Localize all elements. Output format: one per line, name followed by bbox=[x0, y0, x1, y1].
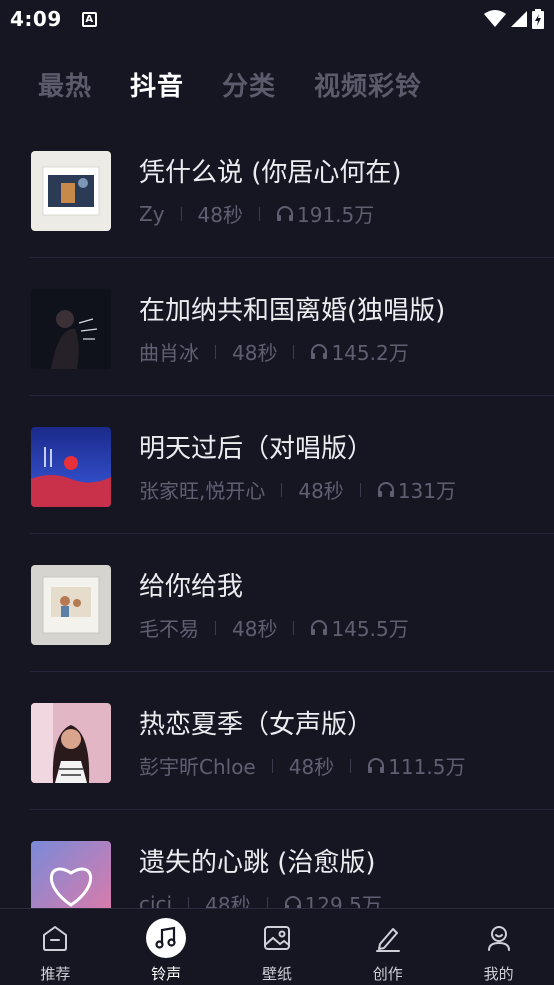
album-cover bbox=[31, 151, 111, 231]
tab-douyin[interactable]: 抖音 bbox=[130, 66, 184, 103]
divider bbox=[281, 482, 283, 497]
list-item[interactable]: 凭什么说 (你居心何在) Zy 48秒 191.5万 bbox=[0, 120, 554, 258]
song-meta: Zy 48秒 191.5万 bbox=[139, 199, 374, 228]
ringtone-list: 凭什么说 (你居心何在) Zy 48秒 191.5万 在加纳共和国离婚(独唱版)… bbox=[0, 120, 554, 910]
nav-recommend[interactable]: 推荐 bbox=[0, 909, 110, 984]
nav-label: 壁纸 bbox=[261, 965, 292, 983]
song-title: 遗失的心跳 (治愈版) bbox=[139, 848, 376, 878]
song-title: 在加纳共和国离婚(独唱版) bbox=[139, 296, 446, 326]
song-title: 给你给我 bbox=[139, 572, 244, 602]
song-artist: 毛不易 bbox=[139, 617, 199, 641]
list-item[interactable]: 给你给我 毛不易 48秒 145.5万 bbox=[0, 534, 554, 672]
song-duration: 48秒 bbox=[205, 893, 251, 910]
category-tabs: 最热 抖音 分类 视频彩铃 bbox=[38, 62, 422, 106]
signal-icon bbox=[511, 11, 527, 27]
divider bbox=[215, 344, 216, 359]
play-count: 111.5万 bbox=[388, 755, 466, 779]
nav-create[interactable]: 创作 bbox=[333, 909, 443, 984]
notification-icon: A bbox=[81, 11, 97, 27]
nav-ringtones[interactable]: 铃声 bbox=[111, 909, 221, 984]
divider bbox=[293, 344, 295, 359]
divider bbox=[271, 758, 273, 773]
divider bbox=[350, 758, 352, 773]
list-item[interactable]: 明天过后（对唱版） 张家旺,悦开心 48秒 131万 bbox=[0, 396, 554, 534]
profile-icon bbox=[479, 918, 519, 958]
nav-label: 推荐 bbox=[40, 965, 71, 983]
divider bbox=[215, 620, 216, 635]
status-icons bbox=[484, 9, 544, 29]
song-duration: 48秒 bbox=[232, 341, 278, 365]
list-item[interactable]: 在加纳共和国离婚(独唱版) 曲肖冰 48秒 145.2万 bbox=[0, 258, 554, 396]
song-meta: 毛不易 48秒 145.5万 bbox=[139, 613, 409, 642]
headphones-icon bbox=[368, 757, 385, 773]
song-title: 热恋夏季（女声版） bbox=[139, 710, 374, 740]
tab-video-ringtone[interactable]: 视频彩铃 bbox=[314, 66, 422, 103]
battery-icon bbox=[532, 9, 544, 29]
list-item[interactable]: 热恋夏季（女声版） 彭宇昕Chloe 48秒 111.5万 bbox=[0, 672, 554, 810]
album-cover bbox=[31, 841, 111, 910]
song-title: 凭什么说 (你居心何在) bbox=[139, 158, 402, 188]
headphones-icon bbox=[277, 205, 293, 221]
music-note-icon bbox=[146, 918, 187, 958]
song-title: 明天过后（对唱版） bbox=[139, 434, 374, 464]
album-cover bbox=[31, 427, 111, 507]
song-artist: 曲肖冰 bbox=[139, 341, 199, 365]
nav-label: 创作 bbox=[372, 965, 403, 983]
song-artist: 彭宇昕Chloe bbox=[139, 755, 256, 779]
divider bbox=[293, 620, 295, 635]
status-bar: 4:09 A bbox=[0, 0, 554, 38]
play-count: 129.5万 bbox=[304, 893, 382, 910]
home-icon bbox=[35, 918, 75, 958]
play-count: 145.5万 bbox=[331, 617, 409, 641]
nav-wallpapers[interactable]: 壁纸 bbox=[222, 909, 332, 984]
headphones-icon bbox=[311, 343, 328, 359]
song-duration: 48秒 bbox=[197, 203, 243, 227]
tab-hottest[interactable]: 最热 bbox=[38, 66, 92, 103]
divider bbox=[259, 206, 260, 221]
play-count: 145.2万 bbox=[331, 341, 409, 365]
nav-label: 铃声 bbox=[151, 965, 182, 983]
bottom-nav: 推荐 铃声 壁纸 创作 我的 bbox=[0, 908, 554, 985]
song-duration: 48秒 bbox=[288, 755, 335, 779]
album-cover bbox=[31, 289, 111, 369]
headphones-icon bbox=[377, 481, 394, 497]
song-meta: 彭宇昕Chloe 48秒 111.5万 bbox=[139, 751, 465, 780]
album-cover bbox=[31, 703, 111, 783]
song-duration: 48秒 bbox=[232, 617, 278, 641]
headphones-icon bbox=[311, 619, 328, 635]
pen-icon bbox=[368, 918, 408, 958]
song-duration: 48秒 bbox=[298, 479, 344, 503]
status-time: 4:09 bbox=[10, 7, 62, 31]
image-icon bbox=[257, 918, 297, 958]
nav-profile[interactable]: 我的 bbox=[444, 909, 554, 984]
play-count: 191.5万 bbox=[297, 203, 375, 227]
nav-label: 我的 bbox=[483, 965, 514, 983]
song-artist: Zy bbox=[139, 201, 165, 226]
tab-categories[interactable]: 分类 bbox=[222, 66, 276, 103]
album-cover bbox=[31, 565, 111, 645]
song-meta: 曲肖冰 48秒 145.2万 bbox=[139, 337, 409, 366]
song-artist: 张家旺,悦开心 bbox=[139, 479, 266, 503]
song-meta: cici 48秒 129.5万 bbox=[139, 889, 382, 910]
divider bbox=[359, 482, 361, 497]
wifi-icon bbox=[484, 10, 506, 27]
divider bbox=[180, 206, 182, 221]
song-meta: 张家旺,悦开心 48秒 131万 bbox=[139, 475, 456, 504]
list-item[interactable]: 遗失的心跳 (治愈版) cici 48秒 129.5万 bbox=[0, 810, 554, 910]
play-count: 131万 bbox=[397, 479, 456, 503]
